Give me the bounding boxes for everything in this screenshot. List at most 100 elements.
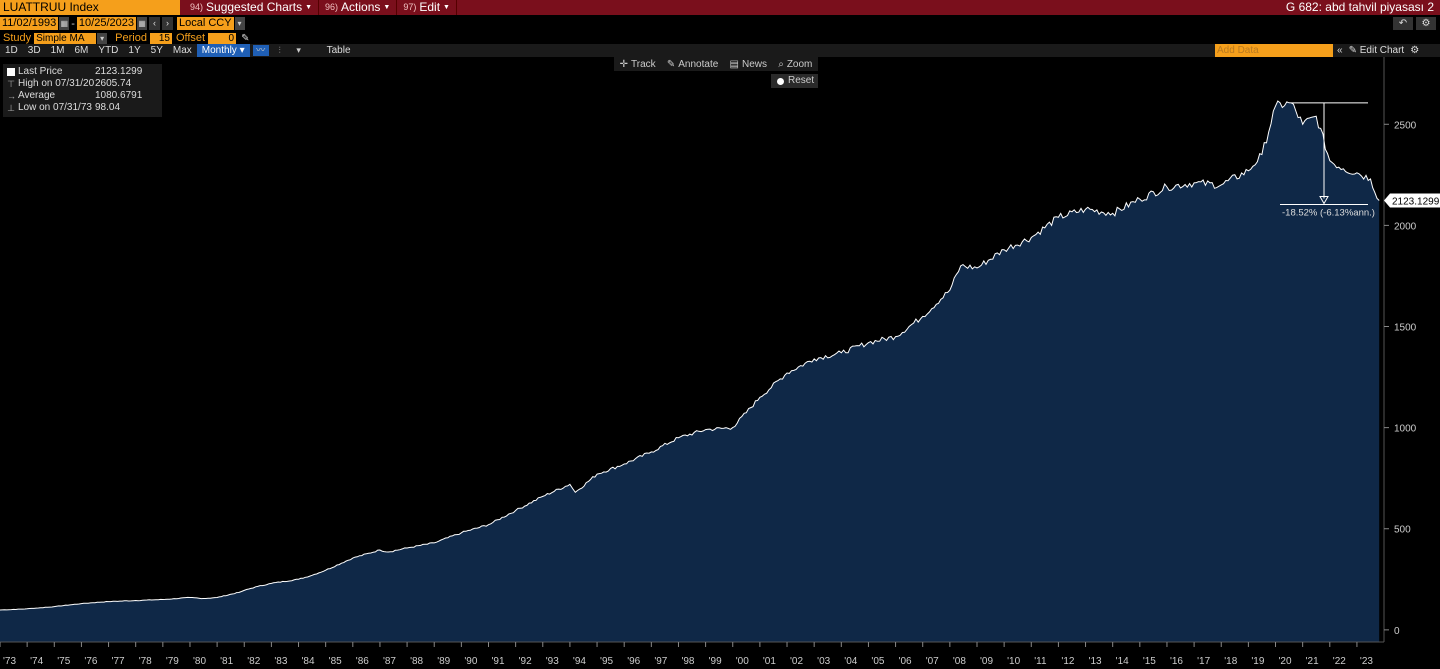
- x-tick-label: '92: [519, 656, 532, 667]
- x-tick-label: '96: [627, 656, 640, 667]
- x-tick-label: '84: [302, 656, 315, 667]
- x-tick-label: '21: [1306, 656, 1319, 667]
- news-icon: ▤: [729, 58, 739, 70]
- y-tick-label: 1000: [1394, 424, 1417, 435]
- x-tick-label: '08: [953, 656, 966, 667]
- period-field[interactable]: 15: [149, 32, 172, 44]
- toolbar-right: « ✎ Edit Chart ⚙: [1337, 44, 1419, 57]
- y-tick-label: 1500: [1394, 323, 1417, 334]
- last-price-label: 2123.1299: [1392, 196, 1440, 207]
- x-tick-label: '91: [491, 656, 504, 667]
- legend-value: 1080.6791: [95, 90, 143, 101]
- end-date-field[interactable]: 10/25/2023: [76, 17, 136, 30]
- x-tick-label: '73: [3, 656, 16, 667]
- edit-menu[interactable]: 97) Edit ▼: [397, 0, 457, 15]
- offset-field[interactable]: 0: [208, 32, 237, 44]
- reset-dot-icon: [777, 77, 784, 85]
- range-1y[interactable]: 1Y: [123, 44, 145, 57]
- x-tick-label: '78: [139, 656, 152, 667]
- reset-label: Reset: [788, 75, 815, 86]
- pencil-icon[interactable]: ✎: [241, 33, 249, 44]
- table-button[interactable]: Table: [327, 45, 351, 56]
- top-menu: 94) Suggested Charts ▼ 96) Actions ▼ 97)…: [184, 0, 457, 15]
- x-tick-label: '88: [410, 656, 423, 667]
- add-data-input[interactable]: Add Data: [1215, 44, 1333, 57]
- menu-number: 94): [190, 2, 204, 12]
- start-date-field[interactable]: 11/02/1993: [0, 17, 59, 30]
- menu-number: 97): [403, 2, 417, 12]
- range-max[interactable]: Max: [168, 44, 197, 57]
- news-label: News: [741, 58, 767, 70]
- bar-type-icon[interactable]: ⫶: [272, 45, 288, 56]
- caret-down-icon[interactable]: ▾: [234, 17, 245, 30]
- gear-icon[interactable]: ⚙: [1416, 17, 1436, 30]
- x-tick-label: '09: [980, 656, 993, 667]
- crosshair-icon: ✛: [619, 58, 628, 70]
- x-tick-label: '18: [1224, 656, 1237, 667]
- x-tick-label: '75: [57, 656, 70, 667]
- news-button[interactable]: ▤ News: [730, 59, 767, 70]
- period-label: Period: [115, 32, 147, 44]
- date-range-row: 11/02/1993 ▦ - 10/25/2023 ▦ ‹ › Local CC…: [0, 16, 1440, 31]
- x-tick-label: '90: [464, 656, 477, 667]
- chart-tools-bar: ✛ Track ✎ Annotate ▤ News ⌕ Zoom: [614, 57, 818, 71]
- undo-icon[interactable]: ↶: [1393, 17, 1413, 30]
- window-controls: ↶ ⚙: [1393, 17, 1436, 30]
- high-marker-icon: ⊤: [7, 79, 15, 89]
- ticker-field[interactable]: LUATTRUU Index: [0, 0, 180, 15]
- collapse-icon[interactable]: «: [1337, 45, 1343, 56]
- study-select[interactable]: Simple MA: [34, 32, 97, 44]
- line-chart-icon[interactable]: 〰: [252, 45, 269, 56]
- edit-chart-button[interactable]: ✎ Edit Chart: [1349, 45, 1405, 56]
- x-tick-label: '12: [1061, 656, 1074, 667]
- x-tick-label: '23: [1360, 656, 1373, 667]
- x-tick-label: '06: [899, 656, 912, 667]
- range-1d[interactable]: 1D: [0, 44, 23, 57]
- legend-row-average: → Average 1080.6791: [7, 90, 158, 102]
- x-tick-label: '83: [274, 656, 287, 667]
- legend-box: Last Price 2123.1299 ⊤ High on 07/31/20 2…: [3, 64, 162, 117]
- range-5y[interactable]: 5Y: [146, 44, 168, 57]
- white-square-icon: [7, 68, 15, 76]
- chevron-left-icon[interactable]: ‹: [148, 17, 160, 30]
- legend-row-last-price[interactable]: Last Price 2123.1299: [7, 66, 158, 78]
- x-tick-label: '74: [30, 656, 43, 667]
- edit-chart-label: Edit Chart: [1359, 45, 1405, 56]
- frequency-select[interactable]: Monthly ▾: [196, 44, 250, 57]
- x-tick-label: '93: [546, 656, 559, 667]
- page-title: G 682: abd tahvil piyasası 2: [1285, 0, 1434, 14]
- reset-button[interactable]: Reset: [771, 74, 818, 88]
- annotate-label: Annotate: [678, 58, 719, 70]
- date-separator: -: [71, 17, 75, 30]
- x-tick-label: '22: [1333, 656, 1346, 667]
- caret-down-icon[interactable]: ▾: [97, 32, 108, 44]
- range-ytd[interactable]: YTD: [93, 44, 123, 57]
- track-button[interactable]: ✛ Track: [620, 59, 656, 70]
- x-tick-label: '98: [681, 656, 694, 667]
- price-chart[interactable]: 0 500 1000 1500 2000 2500 '73 '74 '75 '76 '77 '78 '7…: [0, 57, 1440, 669]
- gear-icon[interactable]: ⚙: [1410, 45, 1419, 56]
- caret-down-icon[interactable]: ▾: [291, 45, 307, 56]
- x-tick-label: '07: [926, 656, 939, 667]
- zoom-button[interactable]: ⌕ Zoom: [778, 59, 812, 70]
- y-tick-label: 2000: [1394, 221, 1417, 232]
- legend-label: Average: [18, 90, 56, 101]
- chevron-right-icon[interactable]: ›: [161, 17, 173, 30]
- actions-menu[interactable]: 96) Actions ▼: [319, 0, 398, 15]
- range-1m[interactable]: 1M: [46, 44, 70, 57]
- range-6m[interactable]: 6M: [70, 44, 94, 57]
- annotate-button[interactable]: ✎ Annotate: [667, 59, 718, 70]
- calendar-icon[interactable]: ▦: [136, 17, 147, 30]
- x-tick-label: '79: [166, 656, 179, 667]
- chart-toolbar: 1D 3D 1M 6M YTD 1Y 5Y Max Monthly ▾ 〰 ⫶ …: [0, 44, 1440, 57]
- currency-select[interactable]: Local CCY: [176, 17, 234, 30]
- x-tick-label: '85: [329, 656, 342, 667]
- x-tick-label: '86: [356, 656, 369, 667]
- x-tick-label: '03: [817, 656, 830, 667]
- caret-down-icon: ▼: [305, 4, 313, 11]
- frequency-label: Monthly: [201, 45, 237, 56]
- menu-number: 96): [325, 2, 339, 12]
- calendar-icon[interactable]: ▦: [59, 17, 70, 30]
- suggested-charts-menu[interactable]: 94) Suggested Charts ▼: [184, 0, 320, 15]
- range-3d[interactable]: 3D: [23, 44, 46, 57]
